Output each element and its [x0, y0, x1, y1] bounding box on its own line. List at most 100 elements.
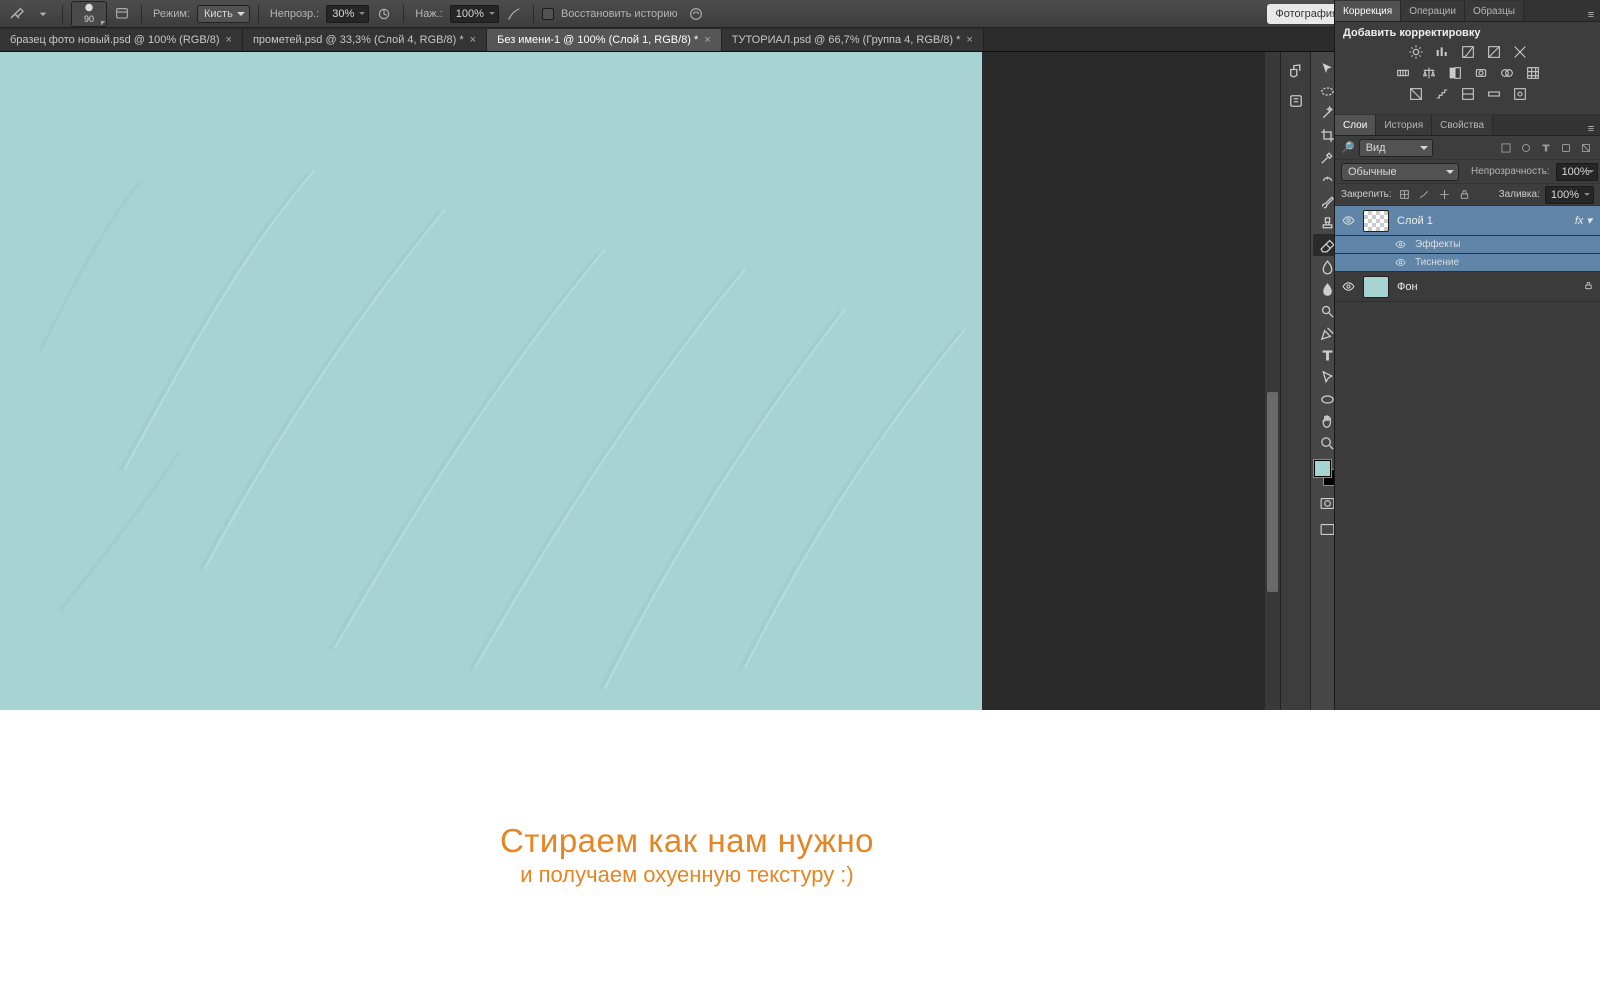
layers-lock-row: Закрепить: Заливка: 100%	[1335, 184, 1600, 206]
bw-icon[interactable]	[1445, 64, 1465, 82]
actions-panel-icon[interactable]	[1285, 90, 1307, 112]
threshold-icon[interactable]	[1458, 85, 1478, 103]
brush-size-value: 90	[84, 15, 94, 24]
close-icon[interactable]: ×	[470, 34, 476, 46]
layer-fx-badge[interactable]: fx ▾	[1575, 214, 1592, 227]
posterize-icon[interactable]	[1432, 85, 1452, 103]
tab-layers[interactable]: Слои	[1335, 115, 1376, 135]
invert-icon[interactable]	[1406, 85, 1426, 103]
layers-list: Слой 1 fx ▾ Эффекты Тиснение Фон	[1335, 206, 1600, 710]
document-tab[interactable]: прометей.psd @ 33,3% (Слой 4, RGB/8) *×	[243, 29, 487, 51]
opacity-input[interactable]: 30%	[326, 5, 369, 23]
lock-all-icon[interactable]	[1457, 187, 1472, 202]
airbrush-icon[interactable]	[503, 3, 525, 25]
tab-history[interactable]: История	[1376, 115, 1432, 135]
visibility-icon[interactable]	[1393, 239, 1407, 250]
levels-icon[interactable]	[1432, 43, 1452, 61]
eraser-tool-indicator-icon	[6, 3, 28, 25]
tab-actions[interactable]: Операции	[1401, 1, 1465, 21]
layer-item[interactable]: Фон	[1335, 272, 1600, 302]
layer-name[interactable]: Слой 1	[1397, 215, 1433, 227]
filter-pixel-icon[interactable]	[1498, 140, 1514, 156]
filter-shape-icon[interactable]	[1558, 140, 1574, 156]
gradientmap-icon[interactable]	[1484, 85, 1504, 103]
caption-line-2: и получаем охуенную текстуру :)	[520, 862, 854, 888]
curves-icon[interactable]	[1458, 43, 1478, 61]
document-tab[interactable]: ТУТОРИАЛ.psd @ 66,7% (Группа 4, RGB/8) *…	[722, 29, 984, 51]
close-icon[interactable]: ×	[226, 34, 232, 46]
close-icon[interactable]: ×	[704, 34, 710, 46]
layer-effect-item[interactable]: Тиснение	[1335, 254, 1600, 272]
vibrance-icon[interactable]	[1510, 43, 1530, 61]
filter-search-icon[interactable]: 🔎	[1341, 141, 1355, 154]
layer-opacity-input[interactable]: 100%	[1556, 163, 1598, 181]
opacity-label: Непрозр.:	[270, 8, 319, 20]
right-dock: Коррекция Операции Образцы ≡ Добавить ко…	[1334, 0, 1600, 710]
pressure-size-icon[interactable]	[685, 3, 707, 25]
layers-tabrow: Слои История Свойства ≡	[1335, 114, 1600, 136]
layer-effects-row[interactable]: Эффекты	[1335, 236, 1600, 254]
effect-name: Тиснение	[1415, 257, 1459, 268]
hue-icon[interactable]	[1393, 64, 1413, 82]
lock-label: Закрепить:	[1341, 189, 1392, 200]
tab-adjustments[interactable]: Коррекция	[1335, 1, 1401, 21]
tab-properties[interactable]: Свойства	[1432, 115, 1493, 135]
adjustments-panel: Добавить корректировку	[1335, 22, 1600, 114]
options-bar: 90 Режим: Кисть Непрозр.: 30% Наж.: 100%…	[0, 0, 1374, 28]
layers-blend-row: Обычные Непрозрачность: 100%	[1335, 160, 1600, 184]
layers-filter-row: 🔎 Вид	[1335, 136, 1600, 160]
adjustments-title: Добавить корректировку	[1343, 27, 1592, 39]
layer-opacity-label: Непрозрачность:	[1471, 166, 1550, 177]
erase-history-label: Восстановить историю	[561, 8, 678, 20]
lock-position-icon[interactable]	[1437, 187, 1452, 202]
layer-thumbnail[interactable]	[1363, 210, 1389, 232]
document-tabs: бразец фото новый.psd @ 100% (RGB/8)× пр…	[0, 28, 1374, 52]
exposure-icon[interactable]	[1484, 43, 1504, 61]
layer-thumbnail[interactable]	[1363, 276, 1389, 298]
channel-mixer-icon[interactable]	[1497, 64, 1517, 82]
effects-label: Эффекты	[1415, 239, 1460, 250]
panel-menu-icon[interactable]: ≡	[1582, 123, 1600, 135]
document-tab[interactable]: Без имени-1 @ 100% (Слой 1, RGB/8) *×	[487, 29, 722, 51]
visibility-icon[interactable]	[1393, 257, 1407, 268]
mode-dropdown[interactable]: Кисть	[197, 5, 250, 23]
tool-preset-picker-icon[interactable]	[32, 3, 54, 25]
layers-panel: 🔎 Вид Обычные Непрозрачность: 100% Закре…	[1335, 136, 1600, 710]
close-icon[interactable]: ×	[966, 34, 972, 46]
lock-pixels-icon[interactable]	[1417, 187, 1432, 202]
adjustments-tabrow: Коррекция Операции Образцы ≡	[1335, 0, 1600, 22]
selective-color-icon[interactable]	[1510, 85, 1530, 103]
layer-filter-dropdown[interactable]: Вид	[1359, 139, 1433, 157]
layer-name[interactable]: Фон	[1397, 281, 1418, 293]
pressure-opacity-icon[interactable]	[373, 3, 395, 25]
color-lookup-icon[interactable]	[1523, 64, 1543, 82]
erase-history-checkbox[interactable]	[542, 8, 554, 20]
brush-panel-toggle-icon[interactable]	[111, 3, 133, 25]
filter-adjust-icon[interactable]	[1518, 140, 1534, 156]
vertical-scrollbar[interactable]	[1265, 52, 1280, 710]
color-balance-icon[interactable]	[1419, 64, 1439, 82]
tutorial-caption: Стираем как нам нужно и получаем охуенну…	[0, 710, 1374, 1000]
fill-label: Заливка:	[1499, 189, 1540, 200]
photofilter-icon[interactable]	[1471, 64, 1491, 82]
filter-type-icon[interactable]	[1538, 140, 1554, 156]
panel-menu-icon[interactable]: ≡	[1582, 9, 1600, 21]
tab-swatches[interactable]: Образцы	[1465, 1, 1524, 21]
canvas-area[interactable]	[0, 52, 1280, 710]
photoshop-window: 90 Режим: Кисть Непрозр.: 30% Наж.: 100%…	[0, 0, 1374, 710]
brightness-icon[interactable]	[1406, 43, 1426, 61]
filter-smart-icon[interactable]	[1578, 140, 1594, 156]
document-tab[interactable]: бразец фото новый.psd @ 100% (RGB/8)×	[0, 29, 243, 51]
canvas[interactable]	[0, 52, 982, 710]
visibility-icon[interactable]	[1341, 280, 1355, 293]
flow-input[interactable]: 100%	[450, 5, 499, 23]
layer-item[interactable]: Слой 1 fx ▾	[1335, 206, 1600, 236]
history-panel-icon[interactable]	[1285, 60, 1307, 82]
blend-mode-dropdown[interactable]: Обычные	[1341, 163, 1459, 181]
lock-transparency-icon[interactable]	[1397, 187, 1412, 202]
brush-preset-picker[interactable]: 90	[71, 1, 107, 27]
lock-icon	[1583, 280, 1594, 294]
foreground-color-swatch[interactable]	[1314, 460, 1331, 477]
visibility-icon[interactable]	[1341, 214, 1355, 227]
layer-fill-input[interactable]: 100%	[1545, 186, 1594, 204]
